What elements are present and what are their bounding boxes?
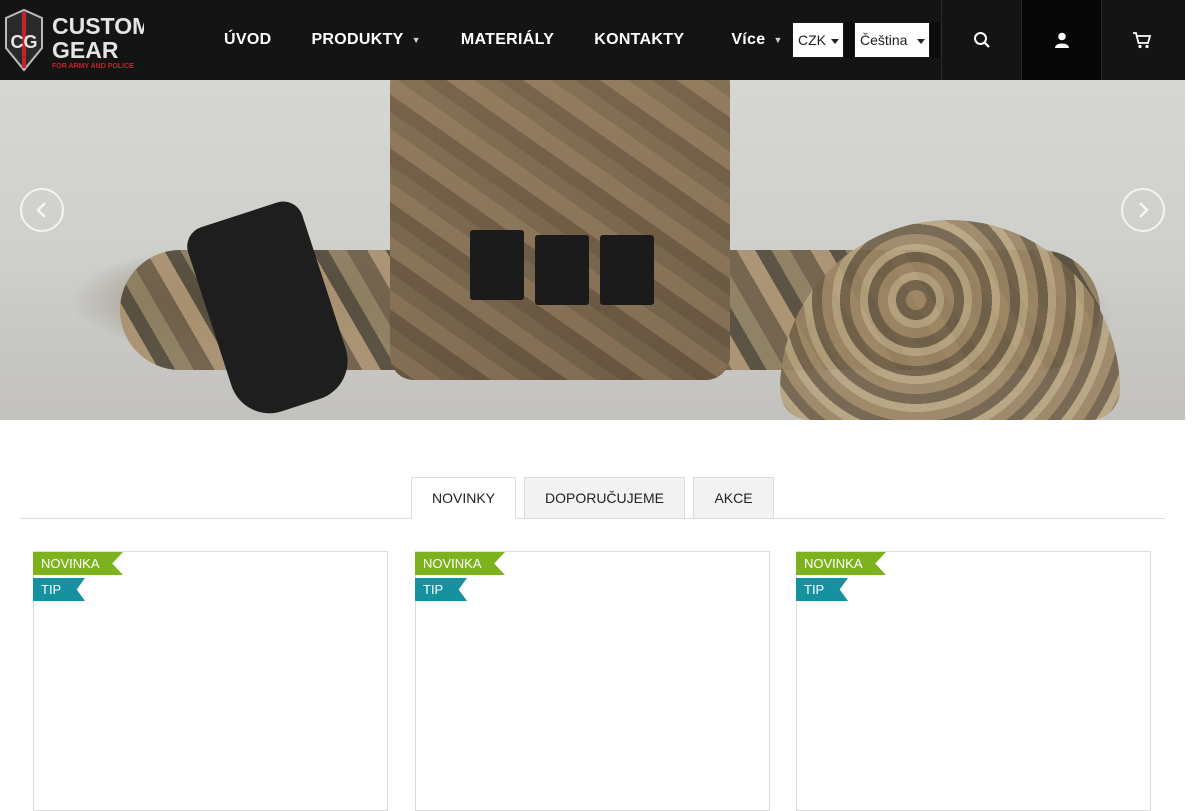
flag-tip-badge: TIP	[796, 578, 848, 601]
divider	[844, 22, 854, 58]
user-icon	[1054, 32, 1069, 48]
nav-item-produkty[interactable]: PRODUKTY ▼	[291, 0, 440, 80]
svg-text:CG: CG	[11, 32, 38, 52]
svg-text:FOR ARMY AND POLICE: FOR ARMY AND POLICE	[52, 63, 134, 70]
flag-new-badge: NOVINKA	[796, 552, 886, 575]
currency-select[interactable]: CZK	[792, 22, 844, 58]
cart-button[interactable]	[1101, 0, 1181, 80]
flag-new-badge: NOVINKA	[33, 552, 123, 575]
nav-item-more[interactable]: Více ▼	[704, 0, 802, 80]
product-card[interactable]: NOVINKA TIP	[415, 551, 770, 811]
svg-text:GEAR: GEAR	[52, 37, 119, 63]
product-card[interactable]: NOVINKA TIP	[33, 551, 388, 811]
svg-text:CUSTOM: CUSTOM	[52, 13, 144, 39]
hero-image-magazine	[470, 230, 524, 300]
nav-item-materialy[interactable]: MATERIÁLY	[441, 0, 574, 80]
search-button[interactable]	[941, 0, 1021, 80]
flag-tip-badge: TIP	[415, 578, 467, 601]
flag-new-badge: NOVINKA	[415, 552, 505, 575]
tab-akce[interactable]: AKCE	[693, 477, 774, 519]
flag-tip-badge: TIP	[33, 578, 85, 601]
cart-icon	[1132, 32, 1151, 49]
account-button[interactable]	[1021, 0, 1101, 80]
hero-image-vest	[390, 60, 730, 380]
product-card[interactable]: NOVINKA TIP	[796, 551, 1151, 811]
chevron-right-icon	[1139, 202, 1149, 218]
tab-novinky[interactable]: NOVINKY	[411, 477, 516, 519]
slider-prev-button[interactable]	[20, 188, 64, 232]
chevron-down-icon: ▼	[411, 35, 421, 45]
caret-down-icon	[831, 39, 839, 44]
search-icon	[973, 32, 990, 48]
hero-image-holster	[182, 196, 358, 420]
tab-doporucujeme[interactable]: DOPORUČUJEME	[524, 477, 685, 519]
hero-image-magazine	[600, 235, 654, 305]
chevron-down-icon: ▼	[773, 35, 783, 45]
site-logo[interactable]: CG CUSTOM GEAR FOR ARMY AND POLICE	[4, 8, 151, 72]
caret-down-icon	[917, 39, 925, 44]
site-header: CG CUSTOM GEAR FOR ARMY AND POLICE ÚVOD …	[0, 0, 1185, 80]
hero-image-magazine	[535, 235, 589, 305]
chevron-left-icon	[36, 202, 46, 218]
slider-next-button[interactable]	[1121, 188, 1165, 232]
nav-item-kontakty[interactable]: KONTAKTY	[574, 0, 704, 80]
main-nav: ÚVOD PRODUKTY ▼ MATERIÁLY KONTAKTY Více ▼	[204, 0, 803, 80]
language-select[interactable]: Čeština	[854, 22, 930, 58]
nav-item-uvod[interactable]: ÚVOD	[204, 0, 291, 80]
divider	[930, 22, 940, 58]
